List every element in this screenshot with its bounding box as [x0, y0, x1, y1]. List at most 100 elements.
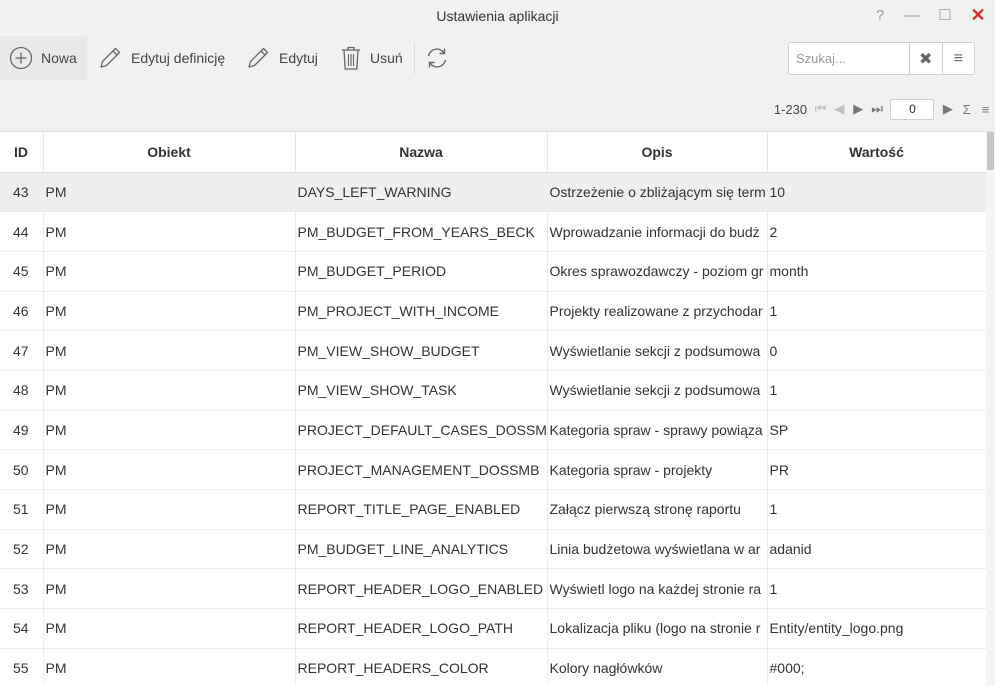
cell-description: Ostrzeżenie o zbliżającym się term [547, 172, 768, 213]
cell-id: 45 [0, 251, 44, 292]
cell-description: Wyświetlanie sekcji z podsumowa [547, 370, 768, 411]
table-row[interactable]: 47 PM PM_VIEW_SHOW_BUDGET Wyświetlanie sekc… [0, 330, 987, 371]
delete-button-label: Usuń [370, 50, 403, 66]
cell-id: 53 [0, 568, 44, 610]
cell-description: Wprowadzanie informacji do budż [547, 211, 768, 252]
cell-id: 50 [0, 449, 44, 490]
grid-menu-icon[interactable]: ≡ [976, 99, 995, 119]
cell-id: 52 [0, 529, 44, 570]
cell-description: Wyświetl logo na każdej stronie ra [547, 568, 768, 610]
refresh-button[interactable] [424, 36, 450, 80]
cell-value: adanid [767, 529, 987, 570]
cell-name: PROJECT_MANAGEMENT_DOSSMB [295, 449, 548, 490]
table-row[interactable]: 43 PM DAYS_LEFT_WARNING Ostrzeżenie o zbliż… [0, 172, 987, 213]
cell-name: REPORT_HEADER_LOGO_PATH [295, 608, 548, 649]
cell-object: PM [43, 370, 296, 411]
new-button-label: Nowa [41, 50, 77, 66]
cell-id: 55 [0, 648, 44, 686]
cell-value: 1 [767, 568, 987, 610]
cell-name: REPORT_HEADERS_COLOR [295, 648, 548, 686]
edit-definition-label: Edytuj definicję [131, 50, 226, 66]
cell-description: Lokalizacja pliku (logo na stronie r [547, 608, 768, 649]
edit-button[interactable]: Edytuj [245, 36, 318, 80]
trash-icon [342, 46, 360, 70]
table-row[interactable]: 50 PM PROJECT_MANAGEMENT_DOSSMB Kategoria s… [0, 449, 987, 490]
cell-description: Projekty realizowane z przychodar [547, 291, 768, 332]
page-number-input[interactable] [890, 98, 935, 120]
cell-object: PM [43, 291, 296, 332]
table-row[interactable]: 53 PM REPORT_HEADER_LOGO_ENABLED Wyświetl l… [0, 568, 987, 610]
cell-description: Kolory nagłówków [547, 648, 768, 686]
table-row[interactable]: 45 PM PM_BUDGET_PERIOD Okres sprawozdawczy … [0, 251, 987, 292]
vertical-scrollbar[interactable] [986, 132, 995, 686]
pencil-icon [248, 47, 269, 68]
plus-circle-icon [9, 46, 33, 70]
cell-description: Wyświetlanie sekcji z podsumowa [547, 330, 768, 371]
cell-object: PM [43, 410, 296, 451]
table-row[interactable]: 55 PM REPORT_HEADERS_COLOR Kolory nagłówków… [0, 648, 987, 686]
cell-value: month [767, 251, 987, 292]
last-page-icon[interactable]: ⏭ [868, 99, 887, 119]
clear-search-icon[interactable]: ✖ [909, 43, 942, 74]
settings-table: ID Obiekt Nazwa Opis Wartość 43 PM DAYS_LE… [0, 131, 995, 686]
help-icon[interactable]: ? [868, 4, 892, 26]
cell-value: 1 [767, 370, 987, 411]
delete-button[interactable]: Usuń [340, 36, 403, 80]
scrollbar-thumb[interactable] [987, 132, 994, 170]
search-box: ✖ ≡ [788, 42, 975, 75]
column-header-id[interactable]: ID [0, 132, 44, 173]
table-row[interactable]: 54 PM REPORT_HEADER_LOGO_PATH Lokalizacja p… [0, 608, 987, 649]
cell-object: PM [43, 172, 296, 213]
cell-value: 1 [767, 489, 987, 530]
cell-id: 48 [0, 370, 44, 411]
refresh-icon [427, 48, 447, 68]
table-header: ID Obiekt Nazwa Opis Wartość [0, 132, 987, 173]
column-header-value[interactable]: Wartość [767, 132, 987, 173]
cell-object: PM [43, 489, 296, 530]
new-button[interactable]: Nowa [0, 36, 87, 80]
cell-value: PR [767, 449, 987, 490]
first-page-icon[interactable]: ⏮ [811, 99, 830, 119]
table-row[interactable]: 48 PM PM_VIEW_SHOW_TASK Wyświetlanie sekcji… [0, 370, 987, 411]
cell-description: Kategoria spraw - projekty [547, 449, 768, 490]
pencil-icon [100, 47, 121, 68]
cell-object: PM [43, 251, 296, 292]
cell-value: Entity/entity_logo.png [767, 608, 987, 649]
table-row[interactable]: 44 PM PM_BUDGET_FROM_YEARS_BECK Wprowadzani… [0, 211, 987, 252]
app-settings-window: Ustawienia aplikacji ? — ☐ ✕ Nowa Edytuj… [0, 0, 995, 686]
title-bar: Ustawienia aplikacji ? — ☐ ✕ [0, 0, 995, 34]
cell-value: 0 [767, 330, 987, 371]
close-icon[interactable]: ✕ [966, 4, 990, 26]
edit-button-label: Edytuj [279, 50, 318, 66]
column-header-description[interactable]: Opis [547, 132, 768, 173]
cell-value: 1 [767, 291, 987, 332]
cell-name: DAYS_LEFT_WARNING [295, 172, 548, 213]
cell-id: 46 [0, 291, 44, 332]
column-header-object[interactable]: Obiekt [43, 132, 296, 173]
sum-icon[interactable]: Σ [957, 99, 976, 119]
go-page-icon[interactable]: ▶ [938, 99, 957, 119]
table-row[interactable]: 51 PM REPORT_TITLE_PAGE_ENABLED Załącz pier… [0, 489, 987, 530]
cell-name: PM_BUDGET_PERIOD [295, 251, 548, 292]
search-menu-icon[interactable]: ≡ [941, 43, 975, 74]
record-range: 1-230 [773, 101, 808, 117]
maximize-icon[interactable]: ☐ [933, 4, 957, 26]
search-input[interactable] [789, 43, 909, 74]
cell-id: 47 [0, 330, 44, 371]
column-header-name[interactable]: Nazwa [295, 132, 548, 173]
cell-object: PM [43, 648, 296, 686]
table-row[interactable]: 52 PM PM_BUDGET_LINE_ANALYTICS Linia budżet… [0, 529, 987, 570]
table-row[interactable]: 49 PM PROJECT_DEFAULT_CASES_DOSSMB Kategori… [0, 410, 987, 451]
edit-definition-button[interactable]: Edytuj definicję [97, 36, 225, 80]
cell-name: PM_VIEW_SHOW_BUDGET [295, 330, 548, 371]
cell-name: PM_PROJECT_WITH_INCOME [295, 291, 548, 332]
cell-object: PM [43, 529, 296, 570]
prev-page-icon[interactable]: ◀ [830, 99, 849, 119]
toolbar-divider [414, 42, 415, 74]
minimize-icon[interactable]: — [900, 4, 924, 26]
table-row[interactable]: 46 PM PM_PROJECT_WITH_INCOME Projekty reali… [0, 291, 987, 332]
cell-description: Linia budżetowa wyświetlana w ar [547, 529, 768, 570]
cell-description: Okres sprawozdawczy - poziom gr [547, 251, 768, 292]
cell-name: PM_BUDGET_FROM_YEARS_BECK [295, 211, 548, 252]
next-page-icon[interactable]: ▶ [849, 99, 868, 119]
